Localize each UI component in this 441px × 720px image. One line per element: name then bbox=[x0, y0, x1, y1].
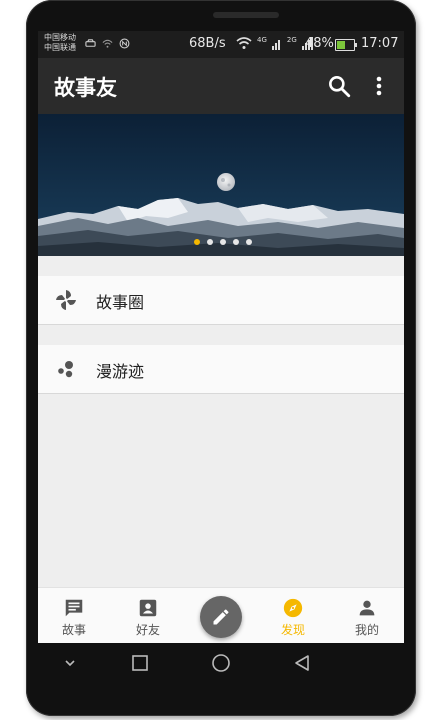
pencil-icon bbox=[213, 609, 229, 625]
pinwheel-icon bbox=[56, 290, 76, 310]
carousel-dot[interactable] bbox=[220, 239, 226, 245]
signal-indicators: 4G 2G bbox=[236, 36, 314, 50]
carousel-dot[interactable] bbox=[194, 239, 200, 245]
wifi-question-icon bbox=[102, 39, 113, 48]
carousel-dot[interactable] bbox=[246, 239, 252, 245]
net-2g-label: 2G bbox=[286, 36, 297, 44]
more-vert-icon[interactable] bbox=[371, 73, 387, 99]
battery-percent: 48% bbox=[305, 36, 334, 51]
nav-label: 故事 bbox=[61, 623, 86, 637]
nav-label: 发现 bbox=[280, 623, 305, 637]
carousel-dot[interactable] bbox=[233, 239, 239, 245]
chevron-down-icon[interactable] bbox=[60, 653, 80, 673]
compass-icon bbox=[283, 598, 303, 618]
banner-image bbox=[38, 114, 404, 256]
nav-mine[interactable]: 我的 bbox=[337, 588, 397, 643]
screen: 中国移动 中国联通 68B/s 4G 2G 48% 17:07 故事友 故事圈 … bbox=[38, 31, 404, 643]
nav-discover[interactable]: 发现 bbox=[263, 588, 323, 643]
nav-story[interactable]: 故事 bbox=[44, 588, 104, 643]
app-title: 故事友 bbox=[54, 76, 117, 100]
recents-square-icon[interactable] bbox=[130, 653, 150, 673]
clock: 17:07 bbox=[361, 36, 399, 51]
home-circle-icon[interactable] bbox=[211, 653, 231, 673]
banner-carousel[interactable] bbox=[38, 114, 404, 256]
carousel-dot[interactable] bbox=[207, 239, 213, 245]
nfc-icon bbox=[119, 38, 130, 49]
car-icon bbox=[85, 39, 96, 47]
net-4g-label: 4G bbox=[257, 36, 267, 44]
status-bar: 中国移动 中国联通 68B/s 4G 2G 48% 17:07 bbox=[38, 31, 404, 58]
contacts-icon bbox=[139, 599, 157, 617]
search-icon[interactable] bbox=[326, 73, 352, 99]
carousel-indicator bbox=[194, 239, 252, 245]
list-item-label: 故事圈 bbox=[96, 293, 145, 312]
nav-label: 好友 bbox=[135, 623, 160, 637]
nav-friends[interactable]: 好友 bbox=[118, 588, 178, 643]
back-triangle-icon[interactable] bbox=[292, 653, 312, 673]
carrier-2: 中国联通 bbox=[44, 43, 76, 52]
story-icon bbox=[65, 599, 83, 617]
system-nav-bar bbox=[38, 643, 404, 683]
carrier-1: 中国移动 bbox=[44, 33, 76, 42]
nav-label: 我的 bbox=[354, 623, 379, 637]
list-item-label: 漫游迹 bbox=[96, 362, 145, 381]
speaker-grille bbox=[213, 12, 279, 18]
battery-fill bbox=[337, 41, 345, 49]
carrier-info: 中国移动 中国联通 bbox=[44, 33, 76, 53]
wifi-icon bbox=[236, 37, 252, 49]
list-item-roaming-trace[interactable]: 漫游迹 bbox=[38, 345, 404, 394]
app-bar: 故事友 bbox=[38, 58, 404, 114]
status-notification-icons bbox=[85, 38, 130, 49]
list-item-story-circle[interactable]: 故事圈 bbox=[38, 276, 404, 325]
signal-4g-icon bbox=[271, 40, 280, 50]
compose-fab[interactable] bbox=[200, 596, 242, 638]
network-speed: 68B/s bbox=[189, 36, 226, 51]
person-icon bbox=[359, 600, 375, 616]
battery-icon bbox=[335, 39, 357, 51]
dots-icon bbox=[58, 361, 73, 378]
